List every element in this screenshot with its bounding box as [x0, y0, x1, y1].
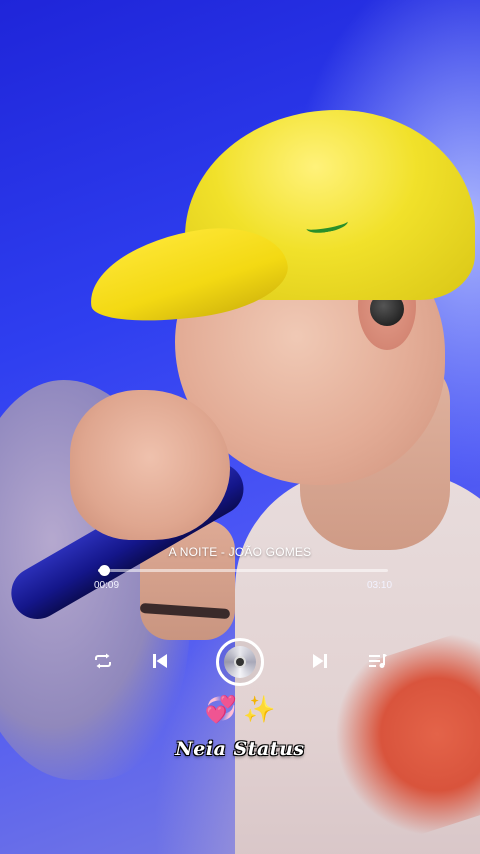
disc-icon: [224, 646, 256, 678]
progress-bar[interactable]: [98, 565, 388, 576]
skip-previous-icon: [153, 654, 167, 668]
playlist-icon: [369, 654, 387, 668]
watermark-signature: Neia Status: [175, 738, 305, 760]
progress-handle[interactable]: [98, 565, 110, 576]
video-background: [0, 0, 480, 854]
repeat-icon: [95, 653, 111, 669]
song-title: A NOITE - JOÃO GOMES: [168, 545, 312, 559]
skip-next-icon: [313, 654, 327, 668]
previous-button[interactable]: [150, 651, 170, 671]
hearts-emoji: 💞: [204, 694, 237, 724]
current-time: 00:09: [94, 580, 120, 591]
next-button[interactable]: [310, 651, 330, 671]
repeat-button[interactable]: [92, 651, 114, 671]
play-button[interactable]: [216, 638, 264, 686]
playlist-button[interactable]: [367, 652, 389, 670]
emoji-row: 💞 ✨: [0, 694, 480, 724]
progress-track: [98, 569, 388, 572]
total-time: 03:10: [367, 580, 393, 591]
sparkles-emoji: ✨: [243, 694, 276, 724]
